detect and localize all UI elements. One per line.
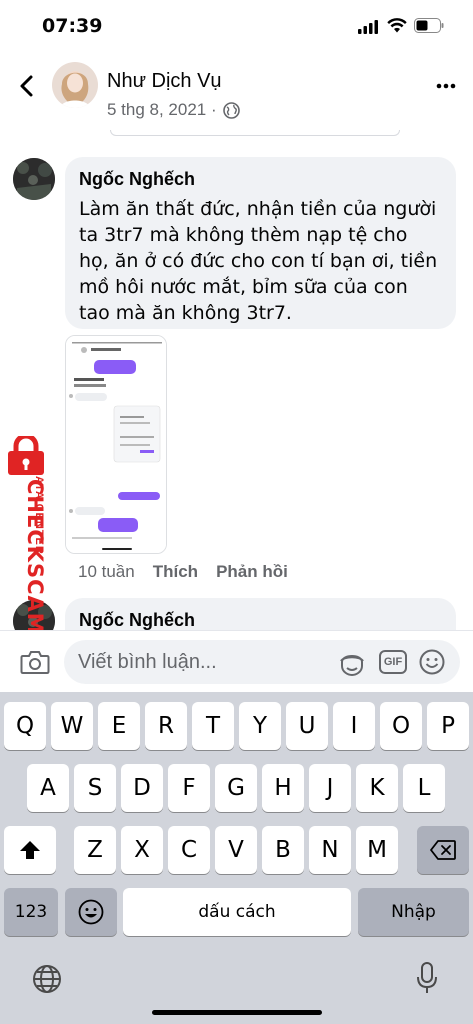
- key-b[interactable]: B: [262, 826, 304, 874]
- post-date: 5 thg 8, 2021 ·: [107, 100, 217, 119]
- gif-button[interactable]: GIF: [379, 650, 407, 674]
- key-t[interactable]: T: [192, 702, 234, 750]
- gif-label: GIF: [383, 656, 403, 668]
- commenter-photo: [13, 158, 55, 200]
- key-r[interactable]: R: [145, 702, 187, 750]
- status-time: 07:39: [42, 15, 103, 37]
- comment-text: Làm ăn thất đức, nhận tiền của người ta …: [79, 198, 438, 324]
- avatar-photo: [52, 62, 98, 108]
- globe-icon: [222, 101, 240, 119]
- wifi-icon: [387, 18, 407, 33]
- previous-comment-edge: [110, 130, 400, 136]
- comment-attachment-image[interactable]: [65, 335, 167, 554]
- key-g[interactable]: G: [215, 764, 257, 812]
- like-button[interactable]: Thích: [153, 562, 198, 582]
- space-key[interactable]: dấu cách: [123, 888, 351, 936]
- backspace-icon: [430, 840, 456, 860]
- key-e[interactable]: E: [98, 702, 140, 750]
- key-d[interactable]: D: [121, 764, 163, 812]
- key-y[interactable]: Y: [239, 702, 281, 750]
- battery-icon: [414, 18, 444, 33]
- comment-composer: GIF: [0, 630, 473, 692]
- comment-author[interactable]: Ngốc Nghếch: [79, 610, 442, 631]
- comment-author[interactable]: Ngốc Nghếch: [79, 169, 442, 190]
- key-q[interactable]: Q: [4, 702, 46, 750]
- emoji-icon[interactable]: [419, 649, 445, 675]
- key-l[interactable]: L: [403, 764, 445, 812]
- microphone-icon[interactable]: [416, 962, 438, 994]
- comment-time: 10 tuần: [78, 562, 135, 581]
- commenter-avatar[interactable]: [13, 158, 55, 200]
- home-indicator[interactable]: [152, 1010, 322, 1015]
- key-z[interactable]: Z: [74, 826, 116, 874]
- key-n[interactable]: N: [309, 826, 351, 874]
- key-p[interactable]: P: [427, 702, 469, 750]
- page-name[interactable]: Như Dịch Vụ: [107, 70, 222, 93]
- globe-keyboard-icon[interactable]: [32, 964, 62, 994]
- emoji-key[interactable]: [65, 888, 117, 936]
- key-v[interactable]: V: [215, 826, 257, 874]
- key-a[interactable]: A: [27, 764, 69, 812]
- avatar-sticker-icon[interactable]: [338, 650, 366, 676]
- key-o[interactable]: O: [380, 702, 422, 750]
- key-h[interactable]: H: [262, 764, 304, 812]
- back-arrow-icon[interactable]: [16, 74, 38, 98]
- camera-icon[interactable]: [20, 649, 50, 675]
- page-avatar[interactable]: [52, 62, 98, 108]
- post-meta: 5 thg 8, 2021 ·: [107, 100, 240, 120]
- backspace-key[interactable]: [417, 826, 469, 874]
- key-s[interactable]: S: [74, 764, 116, 812]
- key-w[interactable]: W: [51, 702, 93, 750]
- reply-button[interactable]: Phản hồi: [216, 562, 288, 582]
- cellular-signal-icon: [358, 20, 378, 34]
- return-key[interactable]: Nhập: [358, 888, 469, 936]
- shift-key[interactable]: [4, 826, 56, 874]
- key-c[interactable]: C: [168, 826, 210, 874]
- comment-bubble[interactable]: Ngốc Nghếch Làm ăn thất đức, nhận tiền c…: [65, 157, 456, 329]
- comment-actions: 10 tuần Thích Phản hồi: [78, 562, 288, 582]
- shift-icon: [20, 841, 40, 859]
- key-u[interactable]: U: [286, 702, 328, 750]
- emoji-keyboard-icon: [78, 899, 104, 925]
- numbers-key[interactable]: 123: [4, 888, 58, 936]
- key-k[interactable]: K: [356, 764, 398, 812]
- status-bar: 07:39: [0, 0, 473, 54]
- post-header: Như Dịch Vụ 5 thg 8, 2021 ·: [0, 56, 473, 132]
- chat-screenshot-thumbnail: [66, 336, 166, 553]
- key-i[interactable]: I: [333, 702, 375, 750]
- key-j[interactable]: J: [309, 764, 351, 812]
- key-m[interactable]: M: [356, 826, 398, 874]
- more-options-icon[interactable]: [436, 82, 456, 90]
- key-f[interactable]: F: [168, 764, 210, 812]
- ios-keyboard: Q W E R T Y U I O P A S D F G H J K L Z …: [0, 692, 473, 1024]
- key-x[interactable]: X: [121, 826, 163, 874]
